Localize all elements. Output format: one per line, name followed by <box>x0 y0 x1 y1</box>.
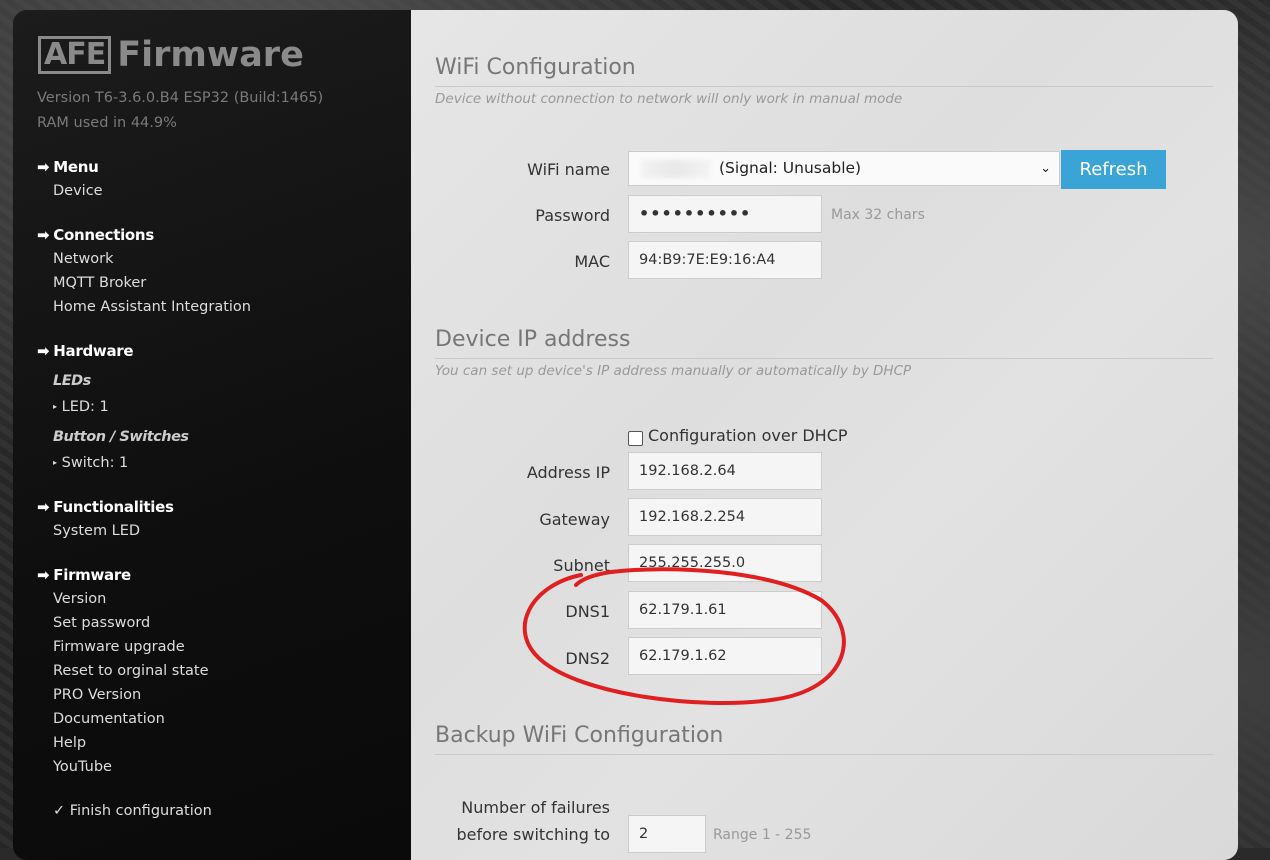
address-ip-field[interactable]: 192.168.2.64 <box>628 452 822 490</box>
sidebar-item-firmware-upgrade[interactable]: Firmware upgrade <box>37 635 397 659</box>
sidebar-item-reset[interactable]: Reset to orginal state <box>37 659 397 683</box>
sidebar-item-documentation[interactable]: Documentation <box>37 707 397 731</box>
subnet-field[interactable]: 255.255.255.0 <box>628 544 822 582</box>
sidebar-item-system-led[interactable]: System LED <box>37 519 397 543</box>
dns2-label: DNS2 <box>565 649 610 668</box>
arrow-right-icon: ➡ <box>37 566 50 584</box>
nav-head-hardware: ➡ Hardware <box>37 342 134 360</box>
dns1-field[interactable]: 62.179.1.61 <box>628 591 822 629</box>
app-window: AFE Firmware Version T6-3.6.0.B4 ESP32 (… <box>13 10 1238 860</box>
ram-line: RAM used in 44.9% <box>37 115 177 131</box>
sidebar-item-home-assistant[interactable]: Home Assistant Integration <box>37 295 397 319</box>
sidebar-item-youtube[interactable]: YouTube <box>37 755 397 779</box>
subnet-label: Subnet <box>553 556 610 575</box>
sidebar-nav: ➡ Menu Device ➡ Connections Network MQTT B… <box>37 155 397 823</box>
sidebar-item-mqtt-broker[interactable]: MQTT Broker <box>37 271 397 295</box>
dns1-label: DNS1 <box>565 602 610 621</box>
dhcp-checkbox[interactable] <box>628 431 643 446</box>
failures-hint: Range 1 - 255 <box>713 827 812 843</box>
arrow-right-icon: ➡ <box>37 342 50 360</box>
failures-label-line2: before switching to <box>456 825 610 844</box>
divider <box>435 754 1213 755</box>
mac-label: MAC <box>574 252 610 271</box>
mac-field[interactable]: 94:B9:7E:E9:16:A4 <box>628 241 822 279</box>
nav-head-firmware: ➡ Firmware <box>37 566 131 584</box>
address-ip-label: Address IP <box>526 463 610 482</box>
version-info: Version T6-3.6.0.B4 ESP32 (Build:1465) R… <box>37 86 323 136</box>
sidebar-item-help[interactable]: Help <box>37 731 397 755</box>
version-line: Version T6-3.6.0.B4 ESP32 (Build:1465) <box>37 90 324 106</box>
password-field[interactable]: •••••••••• <box>628 195 822 233</box>
sidebar-item-switch-1[interactable]: ▸ Switch: 1 <box>37 451 397 475</box>
failures-field[interactable]: 2 <box>628 815 706 853</box>
wifi-name-label: WiFi name <box>527 160 610 179</box>
gateway-label: Gateway <box>539 510 610 529</box>
main-content: WiFi Configuration Device without connec… <box>411 10 1238 860</box>
nav-head-connections: ➡ Connections <box>37 226 154 244</box>
sidebar-item-device[interactable]: Device <box>37 179 397 203</box>
check-icon: ✓ <box>53 803 66 819</box>
logo: AFE Firmware <box>38 35 304 75</box>
arrow-right-icon: ➡ <box>37 498 50 516</box>
nav-head-menu: ➡ Menu <box>37 158 99 176</box>
sidebar-item-set-password[interactable]: Set password <box>37 611 397 635</box>
sidebar-item-pro-version[interactable]: PRO Version <box>37 683 397 707</box>
gateway-field[interactable]: 192.168.2.254 <box>628 498 822 536</box>
sidebar-item-led-1[interactable]: ▸ LED: 1 <box>37 395 397 419</box>
logo-text: Firmware <box>117 35 304 75</box>
arrow-right-icon: ➡ <box>37 226 50 244</box>
nav-sub-buttons: Button / Switches <box>53 429 189 445</box>
triangle-bullet-icon: ▸ <box>53 402 58 411</box>
nav-head-functionalities: ➡ Functionalities <box>37 498 174 516</box>
logo-box: AFE <box>38 36 112 74</box>
password-hint: Max 32 chars <box>831 207 925 223</box>
arrow-right-icon: ➡ <box>37 158 50 176</box>
wifi-section-title: WiFi Configuration <box>435 55 636 80</box>
ip-section-title: Device IP address <box>435 327 631 352</box>
dhcp-label: Configuration over DHCP <box>648 426 848 445</box>
failures-label-line1: Number of failures <box>461 798 610 817</box>
redacted-ssid <box>641 160 711 178</box>
chevron-down-icon: ⌄ <box>1040 161 1051 176</box>
backup-section-title: Backup WiFi Configuration <box>435 723 724 748</box>
divider <box>435 86 1213 87</box>
refresh-button[interactable]: Refresh <box>1061 150 1166 189</box>
divider <box>435 358 1213 359</box>
password-label: Password <box>535 206 610 225</box>
nav-sub-leds: LEDs <box>53 373 91 389</box>
sidebar-item-network[interactable]: Network <box>37 247 397 271</box>
wifi-section-subtitle: Device without connection to network wil… <box>435 91 903 107</box>
dns2-field[interactable]: 62.179.1.62 <box>628 637 822 675</box>
sidebar-item-finish[interactable]: ✓ Finish configuration <box>37 799 397 823</box>
wifi-name-select[interactable]: (Signal: Unusable) ⌄ <box>628 151 1060 186</box>
sidebar: AFE Firmware Version T6-3.6.0.B4 ESP32 (… <box>13 10 411 860</box>
triangle-bullet-icon: ▸ <box>53 458 58 467</box>
ip-section-subtitle: You can set up device's IP address manua… <box>435 363 912 379</box>
sidebar-item-version[interactable]: Version <box>37 587 397 611</box>
